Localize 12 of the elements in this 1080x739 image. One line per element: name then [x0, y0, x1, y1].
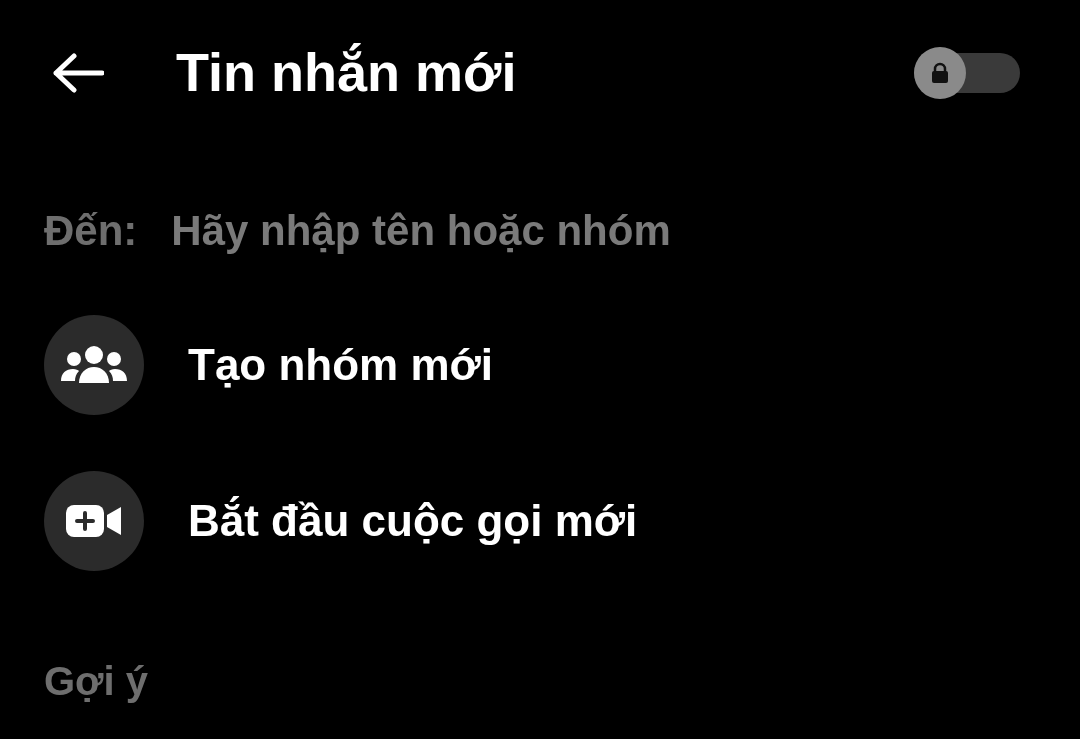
back-arrow-icon — [52, 52, 104, 93]
action-item[interactable]: Tạo nhóm mới — [44, 315, 1080, 415]
lock-icon — [931, 61, 949, 84]
recipient-input[interactable]: Hãy nhập tên hoặc nhóm — [171, 198, 1080, 262]
action-item[interactable]: Bắt đầu cuộc gọi mới — [44, 471, 1080, 571]
toggle-switch[interactable] — [914, 46, 1020, 99]
section-heading: Gợi ý — [43, 658, 150, 705]
action-label: Bắt đầu cuộc gọi mới — [188, 495, 638, 547]
action-label: Tạo nhóm mới — [188, 339, 494, 391]
page-title: Tin nhắn mới — [176, 41, 518, 104]
video-plus-icon — [66, 503, 122, 539]
to-label: Đến: — [44, 205, 138, 256]
